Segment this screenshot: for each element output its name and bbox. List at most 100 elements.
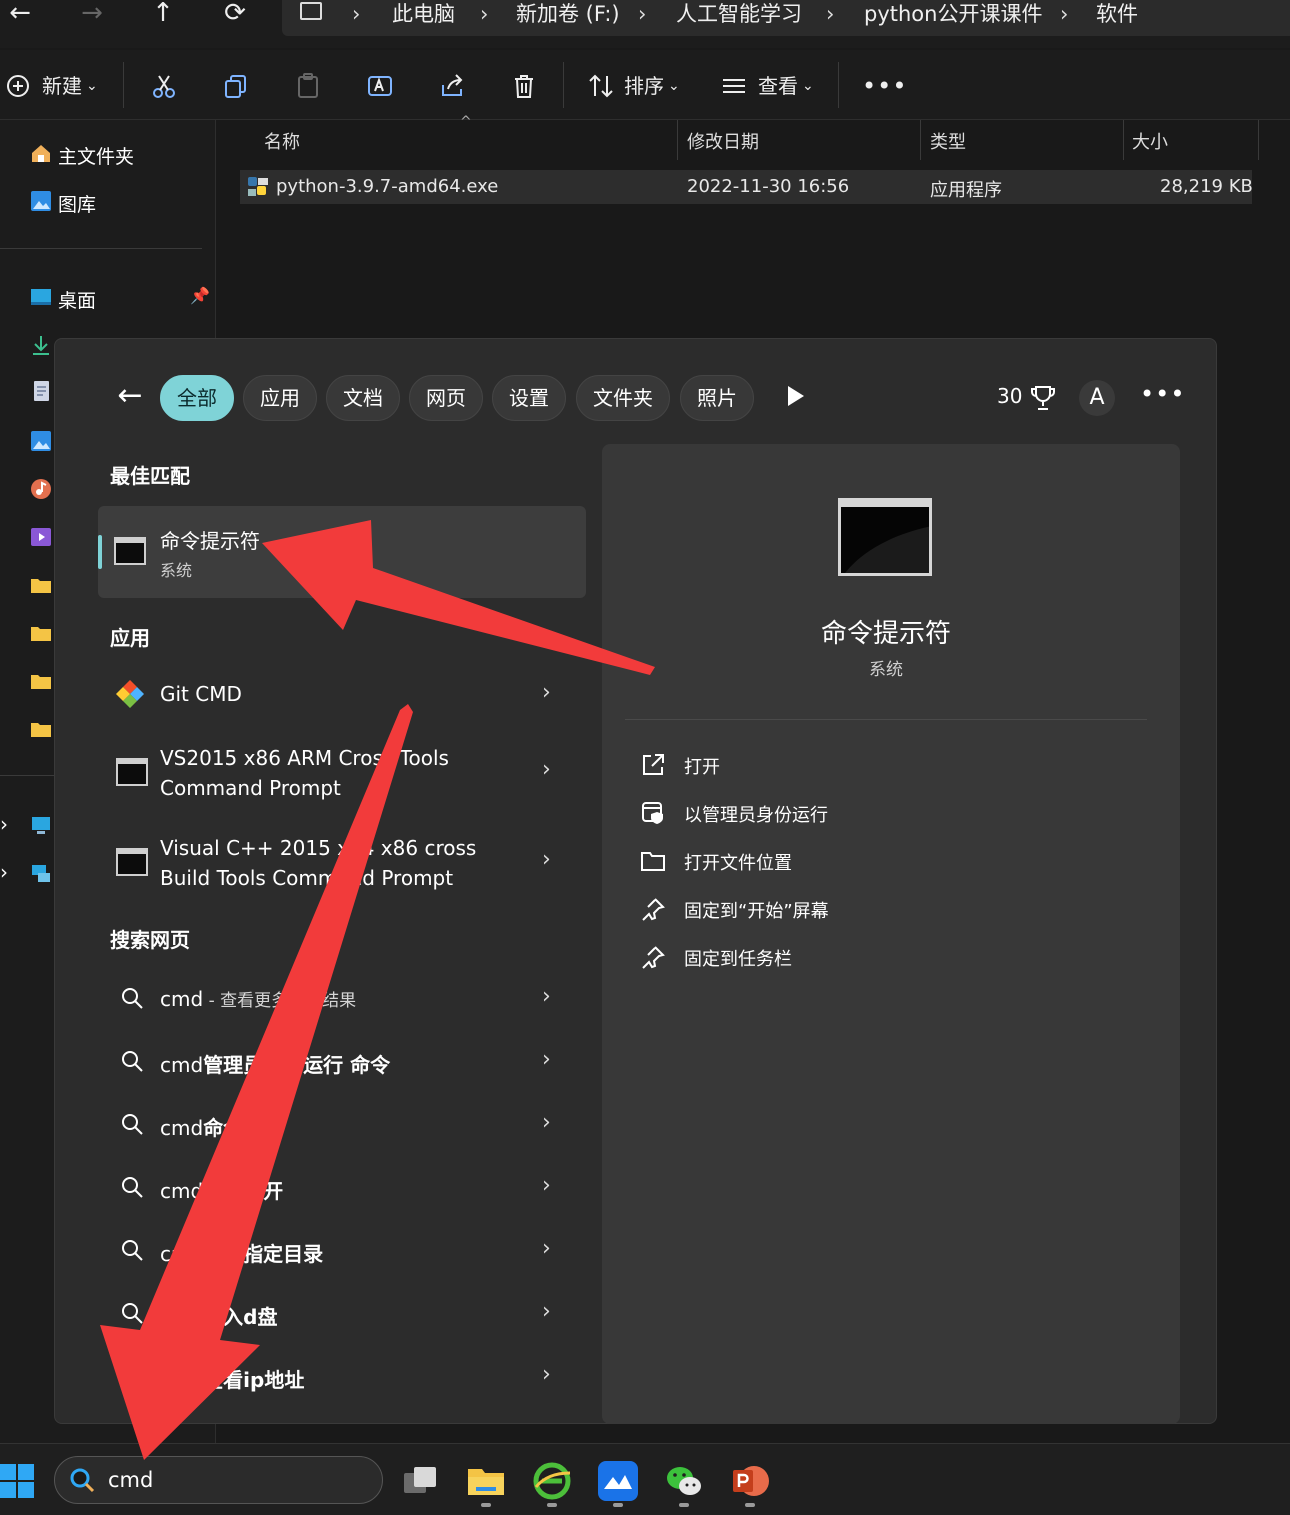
filter-apps[interactable]: 应用 — [243, 375, 317, 421]
chevron-right-icon[interactable]: › — [542, 1236, 551, 1261]
wechat-icon[interactable] — [664, 1461, 704, 1501]
action-pin-to-taskbar[interactable]: 固定到任务栏 — [684, 945, 792, 971]
sidebar-item-home[interactable]: 主文件夹 — [58, 142, 134, 169]
back-arrow-icon[interactable]: ← — [0, 0, 40, 30]
filter-folders[interactable]: 文件夹 — [576, 375, 670, 421]
chevron-right-icon[interactable]: › — [542, 1173, 551, 1198]
web-result[interactable]: cmd查看ip地址 — [160, 1364, 304, 1393]
chevron-right-icon[interactable]: › — [542, 984, 551, 1009]
browser-icon[interactable] — [532, 1461, 572, 1501]
column-divider[interactable] — [1123, 120, 1124, 160]
breadcrumb-item[interactable]: 软件 — [1096, 0, 1138, 28]
column-divider[interactable] — [1258, 120, 1259, 160]
file-name[interactable]: python-3.9.7-amd64.exe — [276, 176, 498, 197]
downloads-icon — [33, 336, 49, 355]
column-header-name[interactable]: 名称 — [264, 128, 300, 154]
app-result-title[interactable]: VS2015 x86 ARM Cross Tools — [160, 746, 449, 770]
chevron-right-icon[interactable]: › — [542, 847, 551, 872]
action-open-file-location[interactable]: 打开文件位置 — [684, 849, 792, 875]
folder-icon — [31, 627, 51, 641]
sort-icon[interactable] — [587, 72, 615, 100]
view-list-icon[interactable] — [720, 72, 748, 100]
chevron-right-icon[interactable]: › — [542, 1110, 551, 1135]
plus-circle-icon[interactable] — [6, 72, 34, 100]
avatar[interactable]: A — [1079, 380, 1115, 416]
play-more-filters-icon[interactable] — [788, 386, 804, 406]
rename-icon[interactable] — [366, 72, 394, 100]
search-icon — [122, 1240, 143, 1261]
column-header-type[interactable]: 类型 — [930, 128, 966, 154]
app-result-title-line2[interactable]: Build Tools Command Prompt — [160, 866, 453, 890]
chevron-right-icon[interactable]: › — [542, 1299, 551, 1324]
lanxin-app-icon[interactable] — [598, 1461, 638, 1501]
chevron-down-icon: ⌄ — [86, 78, 98, 94]
trophy-icon[interactable] — [1030, 384, 1056, 412]
web-result[interactable]: cmd进入d盘 — [160, 1301, 278, 1330]
back-arrow-icon[interactable]: ← — [112, 378, 148, 414]
web-result[interactable]: cmd管理员身份运行 命令 — [160, 1049, 390, 1078]
app-result-title[interactable]: Git CMD — [160, 682, 242, 706]
delete-icon[interactable] — [510, 72, 538, 100]
filter-all[interactable]: 全部 — [160, 375, 234, 421]
expand-chevron-icon[interactable]: › — [0, 812, 8, 836]
chevron-right-icon[interactable]: › — [542, 757, 551, 782]
copy-icon[interactable] — [222, 72, 250, 100]
best-match-title: 命令提示符 — [160, 529, 260, 553]
column-divider[interactable] — [920, 120, 921, 160]
app-result-title[interactable]: Visual C++ 2015 x64 x86 cross — [160, 836, 476, 860]
action-open[interactable]: 打开 — [684, 753, 720, 779]
more-options-icon[interactable]: ••• — [862, 70, 907, 102]
new-button[interactable]: 新建 — [42, 70, 82, 102]
filter-documents[interactable]: 文档 — [326, 375, 400, 421]
column-header-size[interactable]: 大小 — [1132, 128, 1168, 154]
action-run-as-admin[interactable]: 以管理员身份运行 — [684, 801, 828, 827]
filter-photos[interactable]: 照片 — [680, 375, 754, 421]
more-options-icon[interactable]: ••• — [1140, 380, 1185, 408]
refresh-icon[interactable]: ⟳ — [215, 0, 255, 30]
chevron-right-icon[interactable]: › — [542, 680, 551, 705]
taskbar-search-input[interactable] — [108, 1466, 358, 1494]
pin-icon — [642, 946, 665, 969]
breadcrumb-item[interactable]: 新加卷 (F:) — [516, 0, 620, 28]
breadcrumb-item[interactable]: 此电脑 — [392, 0, 455, 28]
sort-ascending-icon: ^ — [460, 114, 472, 130]
powerpoint-icon[interactable] — [730, 1461, 770, 1501]
search-icon — [122, 988, 143, 1009]
breadcrumb-separator-icon: › — [1060, 2, 1069, 26]
breadcrumb-item[interactable]: 人工智能学习 — [676, 0, 802, 28]
sidebar-item-gallery[interactable]: 图库 — [58, 190, 96, 217]
file-explorer-icon[interactable] — [466, 1461, 506, 1501]
sort-button[interactable]: 排序 — [624, 70, 664, 102]
rewards-points[interactable]: 30 — [997, 384, 1022, 408]
running-indicator — [679, 1503, 689, 1507]
filter-settings[interactable]: 设置 — [492, 375, 566, 421]
toolbar-divider — [563, 62, 564, 108]
chevron-right-icon[interactable]: › — [542, 1362, 551, 1387]
expand-chevron-icon[interactable]: › — [0, 860, 8, 884]
pictures-icon — [31, 431, 51, 451]
column-header-modified[interactable]: 修改日期 — [687, 128, 759, 154]
filter-web[interactable]: 网页 — [409, 375, 483, 421]
breadcrumb-item[interactable]: python公开课课件 — [864, 0, 1042, 28]
web-result[interactable]: cmd命令大全 — [160, 1112, 283, 1141]
web-result[interactable]: cmd - 查看更多搜索结果 — [160, 986, 356, 1011]
chevron-right-icon[interactable]: › — [542, 1047, 551, 1072]
sidebar-item-desktop[interactable]: 桌面 — [58, 286, 96, 313]
gallery-icon — [31, 191, 51, 211]
view-button[interactable]: 查看 — [758, 70, 798, 102]
share-icon[interactable] — [438, 72, 466, 100]
app-result-title-line2[interactable]: Command Prompt — [160, 776, 341, 800]
column-divider[interactable] — [677, 120, 678, 160]
pin-icon[interactable]: 📌 — [190, 286, 210, 305]
action-pin-to-start[interactable]: 固定到“开始”屏幕 — [684, 897, 829, 923]
web-result[interactable]: cmd怎么打开 — [160, 1175, 283, 1204]
up-arrow-icon[interactable]: ↑ — [143, 0, 183, 30]
running-indicator — [481, 1503, 491, 1507]
web-result[interactable]: cmd进入指定目录 — [160, 1238, 323, 1267]
task-view-icon[interactable] — [400, 1461, 440, 1501]
file-type: 应用程序 — [930, 180, 1002, 201]
paste-icon[interactable] — [294, 72, 322, 100]
windows-start-icon[interactable] — [0, 1464, 34, 1498]
forward-arrow-icon[interactable]: → — [72, 0, 112, 30]
cut-icon[interactable] — [150, 72, 178, 100]
